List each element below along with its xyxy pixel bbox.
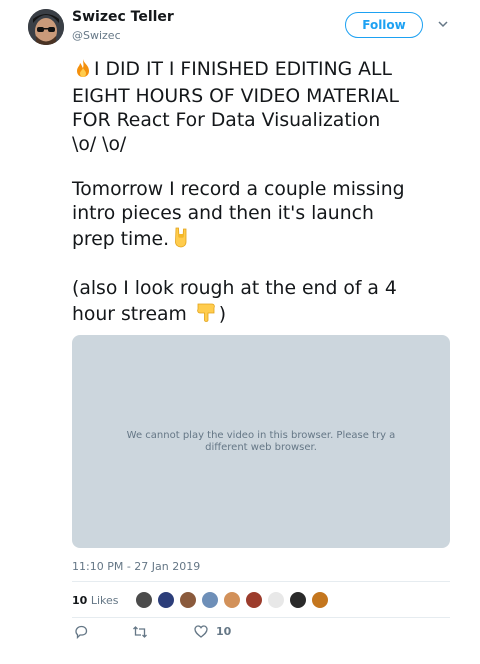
video-unavailable-message: We cannot play the video in this browser… <box>126 429 396 453</box>
liker-avatar[interactable] <box>201 591 219 609</box>
tweet-line: FOR React For Data Visualization <box>72 110 381 131</box>
pointing-down-icon <box>195 301 217 330</box>
liker-avatar[interactable] <box>289 591 307 609</box>
likes-count[interactable]: 10 Likes <box>72 594 118 607</box>
liker-avatar[interactable] <box>267 591 285 609</box>
like-count: 10 <box>216 625 232 638</box>
tweet-line: I DID IT I FINISHED EDITING ALL <box>94 59 392 80</box>
liker-avatar[interactable] <box>157 591 175 609</box>
avatar[interactable] <box>28 9 64 45</box>
retweet-icon <box>133 626 147 638</box>
tweet-line: \o/ \o/ <box>72 134 127 155</box>
user-handle[interactable]: @Swizec <box>72 29 121 42</box>
tweet-line: Tomorrow I record a couple missing <box>72 179 405 200</box>
tweet-line: hour stream <box>72 304 187 325</box>
liker-avatar[interactable] <box>223 591 241 609</box>
liker-avatar[interactable] <box>245 591 263 609</box>
tweet-timestamp[interactable]: 11:10 PM - 27 Jan 2019 <box>72 560 200 573</box>
likes-number: 10 <box>72 594 88 607</box>
tweet-line: EIGHT HOURS OF VIDEO MATERIAL <box>72 86 399 107</box>
divider <box>72 617 450 618</box>
sign-of-horns-icon <box>171 226 191 255</box>
tweet-paragraph-2: Tomorrow I record a couple missing intro… <box>72 178 467 255</box>
chevron-down-icon[interactable] <box>437 18 449 30</box>
tweet-paragraph-3: (also I look rough at the end of a 4 hou… <box>72 277 467 330</box>
divider <box>72 581 450 582</box>
tweet-line: prep time. <box>72 229 170 250</box>
reply-button[interactable] <box>74 625 88 639</box>
liker-avatar[interactable] <box>179 591 197 609</box>
video-player[interactable]: We cannot play the video in this browser… <box>72 335 450 548</box>
display-name[interactable]: Swizec Teller <box>72 9 174 25</box>
tweet-line: (also I look rough at the end of a 4 <box>72 278 397 299</box>
fire-icon <box>74 58 92 85</box>
liker-avatars <box>135 591 333 611</box>
reply-icon <box>75 625 88 639</box>
like-button[interactable]: 10 <box>194 625 231 638</box>
tweet-line: ) <box>218 304 227 325</box>
tweet-line: intro pieces and then it's launch <box>72 203 374 224</box>
liker-avatar[interactable] <box>311 591 329 609</box>
likes-label: Likes <box>90 594 119 607</box>
liker-avatar[interactable] <box>135 591 153 609</box>
heart-icon <box>194 625 208 638</box>
retweet-button[interactable] <box>132 625 148 639</box>
follow-button[interactable]: Follow <box>345 12 423 38</box>
tweet-paragraph-1: I DID IT I FINISHED EDITING ALL EIGHT HO… <box>72 58 467 157</box>
